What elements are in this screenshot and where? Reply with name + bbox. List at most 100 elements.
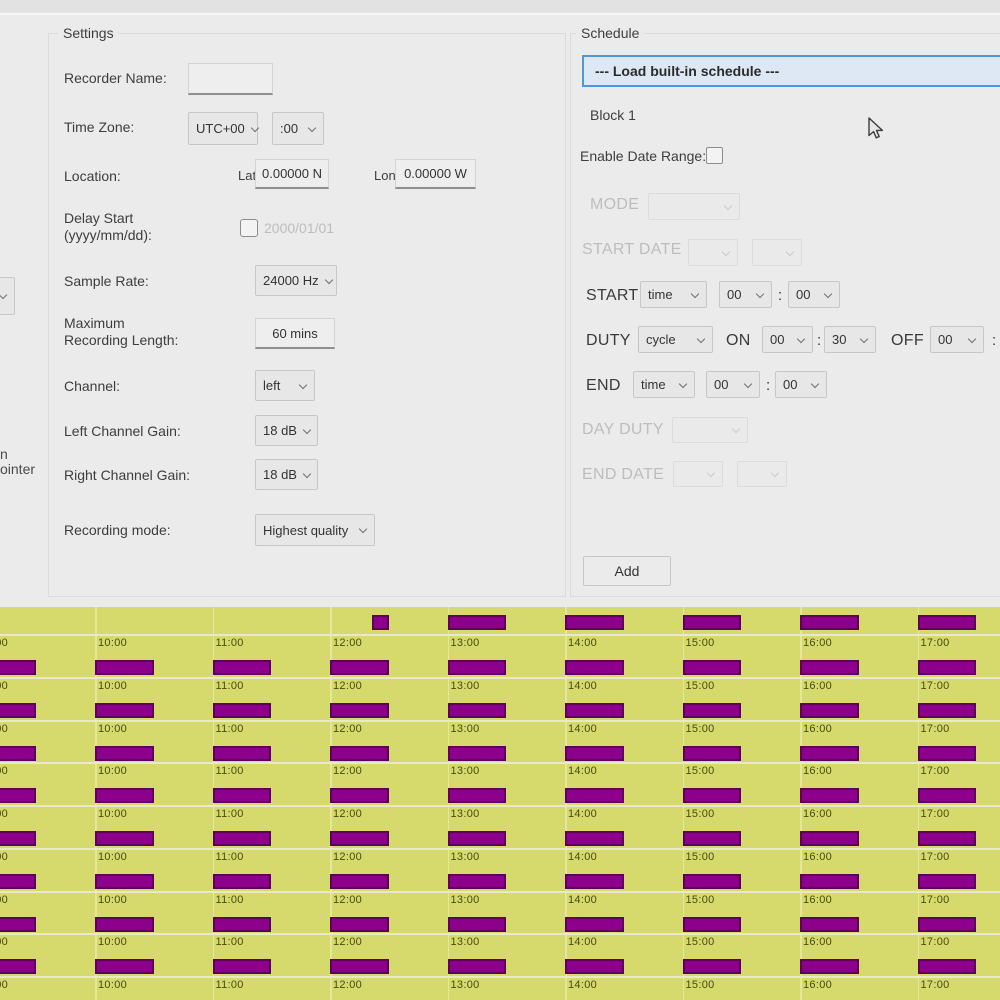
- chevron-down-icon: [707, 470, 715, 478]
- timeline-hour-label: 11:00: [216, 724, 244, 735]
- end-type-dropdown[interactable]: time: [633, 371, 695, 398]
- timeline-recording-bar: [213, 959, 272, 974]
- start-minute-dropdown[interactable]: 00: [788, 281, 840, 308]
- duty-type-dropdown[interactable]: cycle: [638, 326, 713, 353]
- timeline-recording-bar: [330, 959, 389, 974]
- timeline-hour-label: 13:00: [451, 937, 480, 948]
- timeline-hour-label: 14:00: [568, 681, 597, 692]
- timeline-recording-bar: [0, 959, 36, 974]
- location-label: Location:: [64, 168, 121, 185]
- end-minute-dropdown[interactable]: 00: [775, 371, 827, 398]
- timeline-recording-bar: [95, 703, 154, 718]
- timeline-hour-label: 15:00: [686, 724, 715, 735]
- schedule-timeline-preview: 09:00 10:00 11:00 12:00 13:00 14:00 15:00 16:00…: [0, 607, 1000, 1000]
- start-hour-dropdown[interactable]: 00: [719, 281, 772, 308]
- mode-dropdown[interactable]: [648, 193, 740, 220]
- timeline-hour-label: 14:00: [568, 937, 597, 948]
- duty-on-hour-dropdown[interactable]: 00: [762, 326, 813, 353]
- time-zone-hour-value: UTC+00: [196, 121, 245, 136]
- start-label: START: [586, 287, 638, 305]
- timeline-hour-label: 13:00: [451, 638, 480, 649]
- timeline-recording-bar: [565, 788, 624, 803]
- duty-off-hour-dropdown[interactable]: 00: [930, 326, 984, 353]
- chevron-down-icon: [786, 249, 794, 257]
- timeline-recording-bar: [918, 703, 977, 718]
- left-channel-gain-value: 18 dB: [263, 423, 297, 438]
- timeline-hour-label: 17:00: [921, 724, 950, 735]
- timeline-recording-bar: [683, 788, 742, 803]
- chevron-down-icon: [811, 381, 819, 389]
- right-channel-gain-dropdown[interactable]: 18 dB: [255, 459, 318, 490]
- end-label: END: [586, 377, 621, 395]
- day-duty-dropdown[interactable]: [672, 417, 748, 443]
- duty-on-minute-value: 30: [832, 332, 846, 347]
- longitude-input[interactable]: 0.00000 W: [395, 159, 476, 189]
- time-zone-minute-dropdown[interactable]: :00: [272, 112, 324, 145]
- duty-on-label: ON: [726, 332, 751, 350]
- latitude-value: 0.00000 N: [262, 166, 322, 181]
- left-channel-gain-dropdown[interactable]: 18 dB: [255, 415, 318, 446]
- left-edge-partial-dropdown[interactable]: [0, 277, 15, 315]
- timeline-hour-label: 12:00: [333, 766, 362, 777]
- chevron-down-icon: [0, 292, 7, 300]
- left-edge-text-fragment: ointer: [0, 461, 35, 478]
- timeline-hour-label: 16:00: [803, 895, 832, 906]
- recording-mode-dropdown[interactable]: Highest quality: [255, 514, 375, 546]
- chevron-down-icon: [860, 336, 868, 344]
- timeline-hour-label: 13:00: [451, 681, 480, 692]
- duty-on-minute-dropdown[interactable]: 30: [824, 326, 876, 353]
- timeline-recording-bar: [565, 660, 624, 675]
- settings-group-title: Settings: [58, 25, 119, 41]
- channel-dropdown[interactable]: left: [255, 370, 315, 401]
- timeline-recording-bar: [330, 788, 389, 803]
- longitude-label: Lon: [374, 167, 396, 184]
- timeline-recording-bar: [683, 874, 742, 889]
- max-recording-length-input[interactable]: 60 mins: [255, 318, 335, 349]
- timeline-hour-label: 16:00: [803, 766, 832, 777]
- timeline-recording-bar: [213, 874, 272, 889]
- end-date-day-dropdown[interactable]: [673, 461, 723, 487]
- left-channel-gain-label: Left Channel Gain:: [64, 423, 181, 440]
- right-channel-gain-value: 18 dB: [263, 467, 297, 482]
- recorder-name-input[interactable]: [188, 63, 273, 95]
- chevron-down-icon: [308, 125, 316, 133]
- timeline-hour-label: 12:00: [333, 638, 362, 649]
- schedule-group-title: Schedule: [576, 25, 644, 41]
- latitude-label: Lat: [238, 167, 256, 184]
- end-hour-dropdown[interactable]: 00: [706, 371, 760, 398]
- time-zone-hour-dropdown[interactable]: UTC+00: [188, 112, 258, 145]
- timeline-recording-bar: [565, 959, 624, 974]
- delay-start-checkbox[interactable]: [240, 219, 258, 237]
- start-date-month-dropdown[interactable]: [752, 239, 802, 266]
- end-date-month-dropdown[interactable]: [737, 461, 787, 487]
- start-type-dropdown[interactable]: time: [640, 281, 707, 308]
- timeline-hour-label: 10:00: [98, 681, 127, 692]
- timeline-hour-label: 10:00: [98, 724, 127, 735]
- enable-date-range-checkbox[interactable]: [706, 147, 723, 164]
- day-duty-label: DAY DUTY: [582, 421, 664, 439]
- timeline-recording-bar: [918, 615, 977, 630]
- timeline-recording-bar: [800, 660, 859, 675]
- timeline-hour-label: 16:00: [803, 980, 832, 991]
- timeline-hour-label: 11:00: [216, 638, 244, 649]
- timeline-recording-bar: [0, 788, 36, 803]
- latitude-input[interactable]: 0.00000 N: [255, 159, 329, 189]
- timeline-recording-bar: [0, 917, 36, 932]
- timeline-hour-label: 15:00: [686, 809, 715, 820]
- add-block-button[interactable]: Add: [583, 556, 671, 586]
- timeline-hour-label: 10:00: [98, 766, 127, 777]
- start-date-day-dropdown[interactable]: [688, 239, 738, 266]
- sample-rate-dropdown[interactable]: 24000 Hz: [255, 265, 337, 296]
- timeline-hour-label: 17:00: [921, 766, 950, 777]
- timeline-recording-bar: [800, 831, 859, 846]
- chevron-down-icon: [797, 336, 805, 344]
- timeline-hour-label: 09:00: [0, 937, 8, 948]
- timeline-recording-bar: [448, 959, 507, 974]
- timeline-row-separator: [0, 634, 1000, 636]
- timeline-recording-bar: [213, 703, 272, 718]
- timeline-hour-label: 15:00: [686, 638, 715, 649]
- timeline-hour-label: 14:00: [568, 724, 597, 735]
- start-minute-value: 00: [796, 287, 810, 302]
- load-builtin-schedule-dropdown[interactable]: --- Load built-in schedule ---: [582, 55, 1000, 87]
- timeline-hour-label: 17:00: [921, 937, 950, 948]
